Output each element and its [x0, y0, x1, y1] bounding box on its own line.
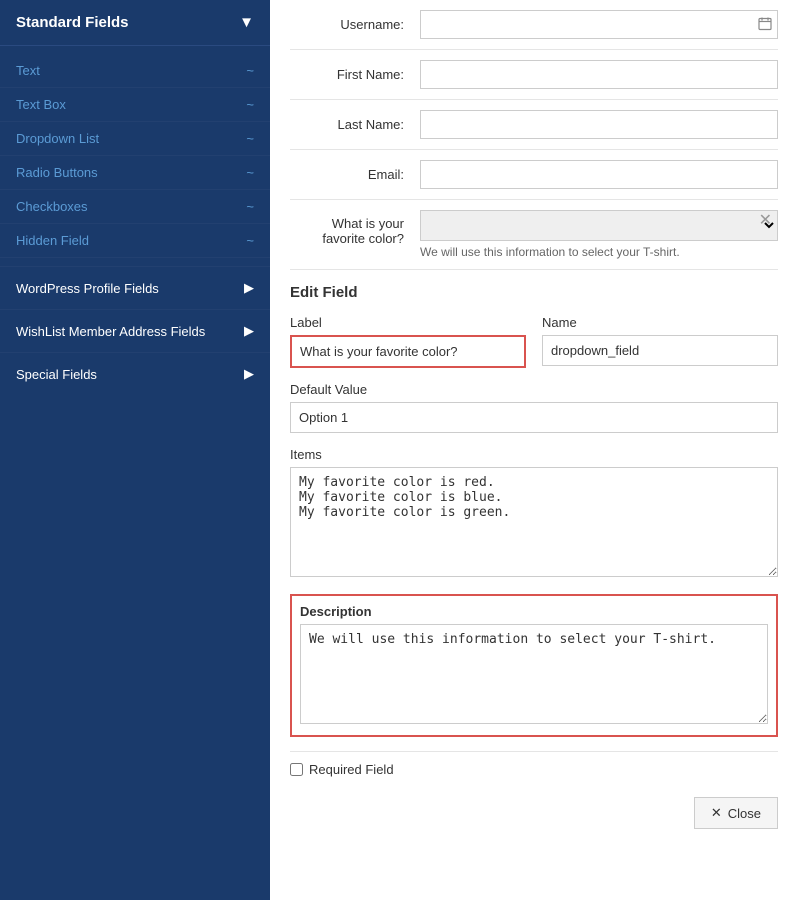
required-checkbox[interactable] — [290, 763, 303, 776]
calendar-icon — [758, 16, 772, 33]
sidebar-item-text[interactable]: Text ~ — [0, 54, 270, 88]
edit-field-grid: Label Name — [290, 315, 778, 368]
email-input[interactable] — [420, 160, 778, 189]
sidebar-item-hidden[interactable]: Hidden Field ~ — [0, 224, 270, 258]
label-field-label: Label — [290, 315, 526, 330]
field-list: Text ~ Text Box ~ Dropdown List ~ Radio … — [0, 46, 270, 266]
edit-field-section: Edit Field Label Name Default Value Item… — [270, 270, 798, 831]
favorite-color-row: What is your favorite color? Option 1 Op… — [290, 200, 778, 270]
close-button[interactable]: ✕ Close — [694, 797, 778, 829]
section-special[interactable]: Special Fields ▶ — [0, 352, 270, 395]
username-row: Username: — [290, 0, 778, 50]
section-label: WordPress Profile Fields — [16, 281, 159, 296]
chevron-down-icon: ▼ — [239, 14, 254, 31]
firstname-label: First Name: — [290, 67, 420, 82]
items-textarea[interactable]: My favorite color is red. My favorite co… — [290, 467, 778, 577]
favorite-color-right: Option 1 Option 2 Option 3 We will use t… — [420, 210, 778, 259]
email-label: Email: — [290, 167, 420, 182]
sidebar: Standard Fields ▼ Text ~ Text Box ~ Drop… — [0, 0, 270, 900]
name-field-input[interactable] — [542, 335, 778, 366]
field-label: Dropdown List — [16, 131, 99, 146]
chevron-icon: ~ — [246, 199, 254, 214]
arrow-right-icon: ▶ — [244, 366, 254, 382]
username-input[interactable] — [420, 10, 778, 39]
username-input-wrapper — [420, 10, 778, 39]
items-section: Items My favorite color is red. My favor… — [290, 447, 778, 580]
favorite-color-label: What is your favorite color? — [290, 210, 420, 246]
name-col: Name — [542, 315, 778, 368]
email-row: Email: — [290, 150, 778, 200]
field-label: Radio Buttons — [16, 165, 98, 180]
main-content: Username: First Name: Last Name: — [270, 0, 798, 900]
chevron-icon: ~ — [246, 97, 254, 112]
chevron-icon: ~ — [246, 233, 254, 248]
edit-field-title: Edit Field — [290, 284, 778, 301]
form-section: Username: First Name: Last Name: — [270, 0, 798, 270]
default-value-section: Default Value — [290, 382, 778, 433]
default-value-input[interactable] — [290, 402, 778, 433]
field-label: Hidden Field — [16, 233, 89, 248]
lastname-row: Last Name: — [290, 100, 778, 150]
sidebar-item-textbox[interactable]: Text Box ~ — [0, 88, 270, 122]
sidebar-item-radio[interactable]: Radio Buttons ~ — [0, 156, 270, 190]
favorite-color-hint: We will use this information to select y… — [420, 245, 778, 259]
section-label: Special Fields — [16, 367, 97, 382]
username-label: Username: — [290, 17, 420, 32]
sidebar-header[interactable]: Standard Fields ▼ — [0, 0, 270, 46]
required-label: Required Field — [309, 762, 394, 777]
lastname-input[interactable] — [420, 110, 778, 139]
items-label: Items — [290, 447, 778, 462]
sidebar-title: Standard Fields — [16, 14, 129, 31]
sidebar-item-checkboxes[interactable]: Checkboxes ~ — [0, 190, 270, 224]
firstname-row: First Name: — [290, 50, 778, 100]
sidebar-item-dropdown[interactable]: Dropdown List ~ — [0, 122, 270, 156]
favorite-color-select[interactable]: Option 1 Option 2 Option 3 — [420, 210, 778, 241]
label-field-input[interactable] — [290, 335, 526, 368]
arrow-right-icon: ▶ — [244, 280, 254, 296]
close-x-icon: ✕ — [711, 805, 722, 821]
lastname-label: Last Name: — [290, 117, 420, 132]
close-button-label: Close — [728, 806, 761, 821]
section-wl[interactable]: WishList Member Address Fields ▶ — [0, 309, 270, 352]
field-label: Checkboxes — [16, 199, 88, 214]
chevron-icon: ~ — [246, 131, 254, 146]
default-value-label: Default Value — [290, 382, 778, 397]
section-label: WishList Member Address Fields — [16, 324, 205, 339]
description-highlighted-section: Description We will use this information… — [290, 594, 778, 737]
button-area: ✕ Close — [290, 797, 778, 817]
close-row-button[interactable]: ✕ — [753, 208, 778, 232]
label-col: Label — [290, 315, 526, 368]
chevron-icon: ~ — [246, 63, 254, 78]
field-label: Text — [16, 63, 40, 78]
chevron-icon: ~ — [246, 165, 254, 180]
section-wp[interactable]: WordPress Profile Fields ▶ — [0, 266, 270, 309]
field-label: Text Box — [16, 97, 66, 112]
description-label: Description — [300, 604, 768, 619]
required-row: Required Field — [290, 751, 778, 787]
arrow-right-icon: ▶ — [244, 323, 254, 339]
firstname-input[interactable] — [420, 60, 778, 89]
description-textarea[interactable]: We will use this information to select y… — [300, 624, 768, 724]
name-field-label: Name — [542, 315, 778, 330]
